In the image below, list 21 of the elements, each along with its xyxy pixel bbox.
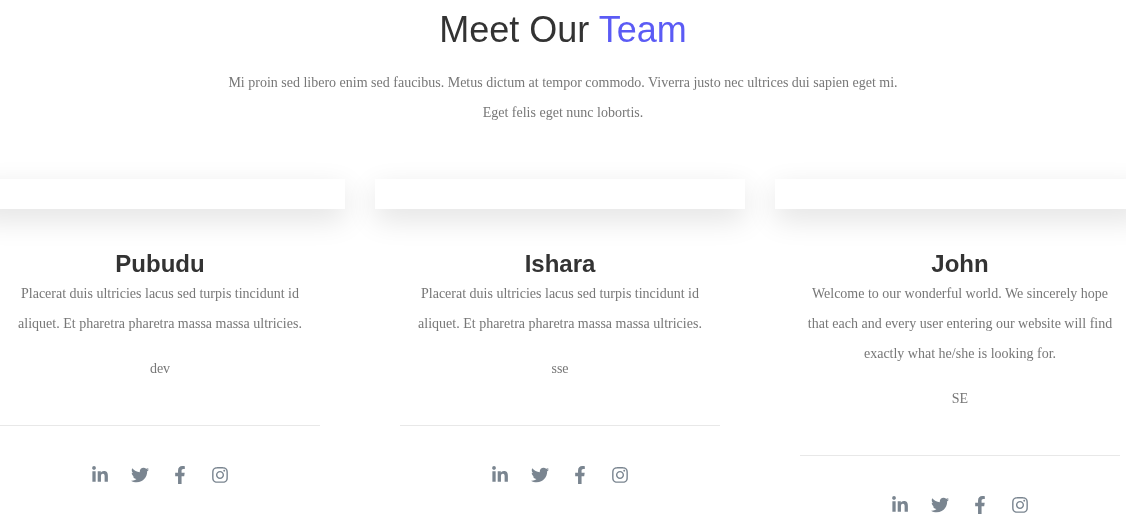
member-bio: Placerat duis ultricies lacus sed turpis tincidunt id aliquet. Et pharetra pharetra massa massa ultricies.: [417, 285, 703, 333]
intro-text: Mi proin sed libero enim sed faucibus. Metus dictum at tempor commodo. Viverra justo nec ultrices dui sapien eget mi. Eget felis eget nunc lobortis.: [227, 74, 899, 122]
instagram-icon[interactable]: [1011, 496, 1029, 514]
linkedin-icon[interactable]: [491, 466, 509, 484]
linkedin-icon[interactable]: [91, 466, 109, 484]
member-bio: Placerat duis ultricies lacus sed turpis tincidunt id aliquet. Et pharetra pharetra massa massa ultricies.: [17, 285, 303, 333]
member-name: Pubudu: [115, 249, 205, 279]
member-bio: Welcome to our wonderful world. We sincerely hope that each and every user entering our website will find exactly what he/she is looking for.: [806, 285, 1114, 363]
member-role: SE: [951, 390, 969, 408]
instagram-icon[interactable]: [611, 466, 629, 484]
member-name: Ishara: [524, 249, 596, 279]
section-title-highlight: Team: [598, 9, 687, 50]
twitter-icon[interactable]: [131, 466, 149, 484]
member-role: sse: [551, 360, 569, 378]
member-name: John: [931, 249, 989, 279]
instagram-icon[interactable]: [211, 466, 229, 484]
section-title: Meet Our: [439, 9, 590, 50]
member-role: dev: [149, 360, 171, 378]
twitter-icon[interactable]: [931, 496, 949, 514]
twitter-icon[interactable]: [531, 466, 549, 484]
linkedin-icon[interactable]: [891, 496, 909, 514]
